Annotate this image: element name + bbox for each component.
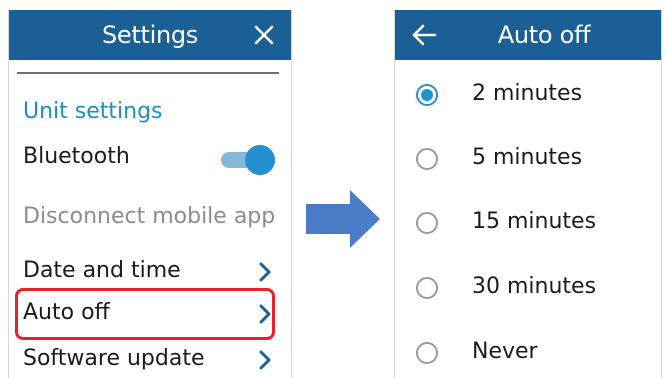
chevron-right-icon [259,304,271,324]
option-label: 15 minutes [472,209,597,234]
option-never[interactable]: Never [395,330,661,378]
settings-row-label: Disconnect mobile app [23,204,276,229]
radio-selected[interactable] [416,84,438,106]
arrow-right-icon [306,190,380,248]
settings-row-label: Software update [23,346,205,371]
back-arrow-icon[interactable] [411,24,437,46]
bluetooth-toggle[interactable] [221,145,275,175]
settings-row-label: Auto off [23,300,110,325]
radio-unselected[interactable] [416,148,438,170]
header-divider [17,72,279,74]
settings-header: Settings [9,10,291,60]
settings-row-label: Date and time [23,258,181,283]
option-2-minutes[interactable]: 2 minutes [395,72,661,122]
option-label: 30 minutes [472,274,597,299]
settings-row-software-update[interactable]: Software update [9,340,291,378]
auto-off-title: Auto off [497,21,591,49]
radio-unselected[interactable] [416,342,438,364]
section-header-unit-settings: Unit settings [23,99,163,124]
close-icon[interactable] [253,24,275,46]
settings-screen: Settings Unit settings Bluetooth Disconn… [8,10,292,378]
settings-row-label: Bluetooth [23,144,130,169]
option-15-minutes[interactable]: 15 minutes [395,200,661,250]
option-30-minutes[interactable]: 30 minutes [395,265,661,315]
settings-row-auto-off[interactable]: Auto off [9,294,291,336]
chevron-right-icon [259,350,271,370]
toggle-thumb [245,145,275,175]
settings-title: Settings [101,21,199,49]
auto-off-screen: Auto off 2 minutes 5 minutes 15 minutes … [394,10,662,378]
settings-row-bluetooth[interactable]: Bluetooth [9,138,291,180]
option-label: 2 minutes [472,81,583,106]
option-label: 5 minutes [472,145,583,170]
settings-row-date-and-time[interactable]: Date and time [9,252,291,294]
option-5-minutes[interactable]: 5 minutes [395,136,661,186]
radio-unselected[interactable] [416,212,438,234]
settings-row-disconnect-mobile-app: Disconnect mobile app [9,198,291,240]
radio-unselected[interactable] [416,277,438,299]
chevron-right-icon [259,262,271,282]
auto-off-header: Auto off [395,10,661,60]
option-label: Never [472,339,538,364]
